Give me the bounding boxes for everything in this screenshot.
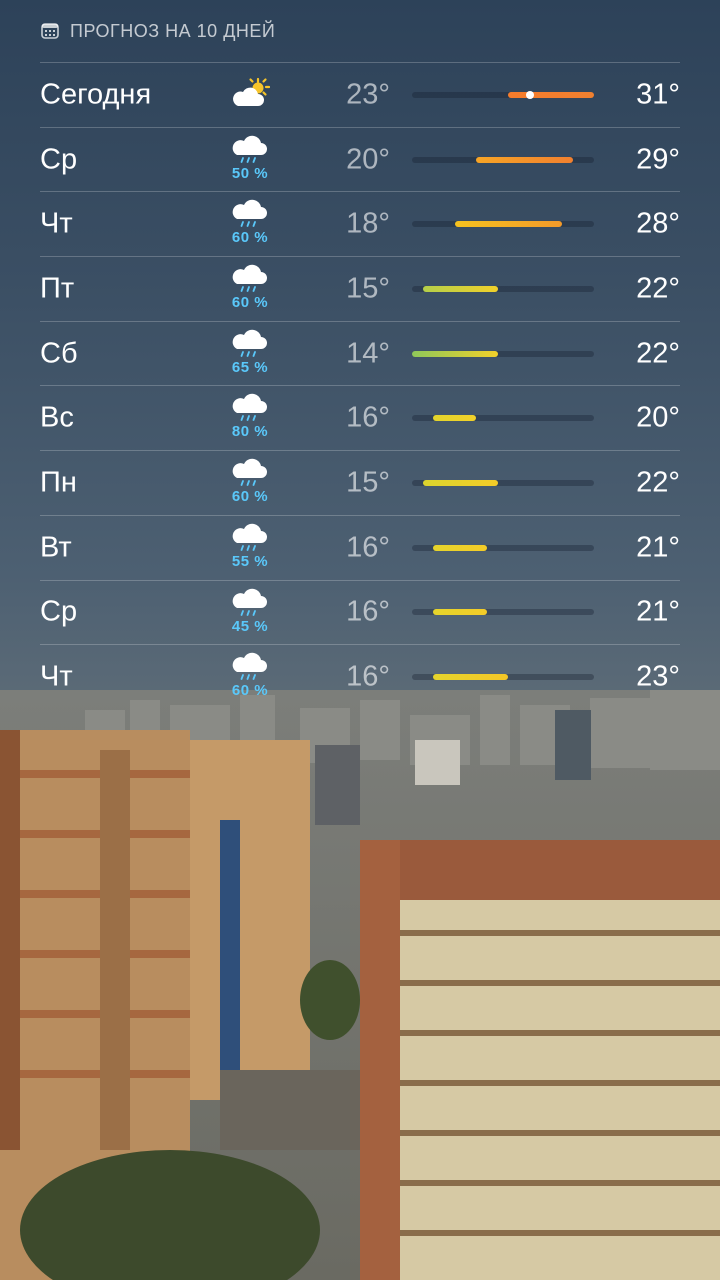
weather-icon-group: 65 % (226, 328, 274, 380)
forecast-row[interactable]: Чт 60 % 16° 23° (40, 645, 680, 709)
temperature-range-track (412, 544, 594, 551)
precipitation-chance: 60 % (231, 294, 269, 312)
temperature-range-track (412, 156, 594, 163)
low-temperature: 15° (346, 466, 390, 499)
weather-icon-group: 60 % (226, 457, 274, 509)
day-label: Чт (40, 660, 73, 693)
low-temperature: 18° (346, 207, 390, 240)
day-label: Сб (40, 337, 78, 370)
low-temperature: 23° (346, 78, 390, 111)
day-label: Пн (40, 466, 77, 499)
sun-cloud-icon (233, 77, 270, 106)
weather-icon-group: 60 % (226, 263, 274, 315)
temperature-range-track (412, 479, 594, 486)
forecast-row[interactable]: Сб 65 % 14° 22° (40, 322, 680, 387)
low-temperature: 15° (346, 272, 390, 305)
rain-cloud-icon (232, 394, 267, 422)
rain-cloud-icon (232, 200, 267, 228)
temperature-range-track (412, 350, 594, 357)
high-temperature: 29° (636, 143, 680, 176)
forecast-row[interactable]: Вс 80 % 16° 20° (40, 386, 680, 452)
forecast-row[interactable]: Пн 60 % 15° 22° (40, 451, 680, 516)
high-temperature: 22° (636, 272, 680, 305)
temperature-range-bar (433, 415, 477, 422)
low-temperature: 16° (346, 660, 390, 693)
day-label: Ср (40, 595, 78, 628)
forecast-list: Сегодня 23° 31° Ср 50 % 20° 29° Чт 60 % 18° 28° Пт 6… (40, 63, 680, 709)
precipitation-chance: 60 % (231, 229, 269, 247)
rain-cloud-icon (232, 588, 267, 616)
day-label: Пт (40, 272, 75, 305)
precipitation-chance: 65 % (231, 358, 269, 376)
weather-icon-group: 60 % (226, 651, 274, 703)
low-temperature: 16° (346, 595, 390, 628)
temperature-range-bar (454, 221, 562, 228)
forecast-row[interactable]: Чт 60 % 18° 28° (40, 192, 680, 258)
temperature-range-track (412, 90, 594, 99)
current-temperature-dot (525, 90, 534, 99)
precipitation-chance: 55 % (231, 552, 269, 570)
precipitation-chance: 45 % (231, 617, 269, 635)
weather-icon-group: 60 % (226, 198, 274, 250)
rain-cloud-icon (232, 458, 267, 487)
precipitation-chance: 60 % (231, 682, 269, 700)
high-temperature: 22° (636, 337, 680, 370)
high-temperature: 22° (636, 466, 680, 499)
weather-icon-group: 45 % (226, 587, 274, 639)
low-temperature: 14° (346, 337, 390, 370)
temperature-range-bar (433, 609, 487, 616)
low-temperature: 20° (346, 143, 390, 176)
rain-cloud-icon (232, 135, 267, 163)
forecast-row[interactable]: Сегодня 23° 31° (40, 63, 680, 128)
high-temperature: 21° (636, 531, 680, 564)
day-label: Вт (40, 531, 72, 564)
forecast-row[interactable]: Пт 60 % 15° 22° (40, 257, 680, 322)
day-label: Вс (40, 401, 74, 434)
high-temperature: 23° (636, 660, 680, 693)
precipitation-chance: 60 % (231, 488, 269, 506)
day-label: Сегодня (40, 78, 152, 111)
temperature-range-bar (476, 156, 573, 163)
temperature-range-bar (508, 91, 594, 98)
temperature-range-bar (433, 674, 509, 681)
temperature-range-track (412, 609, 594, 616)
rain-cloud-icon (232, 523, 267, 551)
forecast-row[interactable]: Ср 50 % 20° 29° (40, 128, 680, 193)
weather-icon-group: 80 % (226, 392, 274, 444)
weather-icon-group (226, 77, 274, 129)
temperature-range-track (412, 415, 594, 422)
precipitation-chance: 50 % (231, 164, 269, 182)
rain-cloud-icon (232, 264, 267, 292)
temperature-range-bar (433, 544, 487, 551)
temperature-range-bar (422, 285, 498, 292)
calendar-icon (41, 23, 59, 39)
low-temperature: 16° (346, 401, 390, 434)
forecast-header: ПРОГНОЗ НА 10 ДНЕЙ (40, 0, 680, 63)
high-temperature: 21° (636, 595, 680, 628)
day-label: Ср (40, 143, 78, 176)
forecast-row[interactable]: Ср 45 % 16° 21° (40, 581, 680, 646)
rain-cloud-icon (232, 652, 267, 681)
temperature-range-bar (422, 479, 498, 486)
weather-icon-group: 50 % (226, 134, 274, 186)
temperature-range-track (412, 221, 594, 228)
precipitation-chance: 80 % (231, 423, 269, 441)
forecast-row[interactable]: Вт 55 % 16° 21° (40, 516, 680, 581)
temperature-range-bar (412, 350, 498, 357)
low-temperature: 16° (346, 531, 390, 564)
high-temperature: 31° (636, 78, 680, 111)
high-temperature: 28° (636, 207, 680, 240)
rain-cloud-icon (232, 329, 267, 357)
city-backdrop-image (0, 690, 720, 1280)
weather-icon-group: 55 % (226, 522, 274, 574)
temperature-range-track (412, 674, 594, 681)
day-label: Чт (40, 207, 73, 240)
high-temperature: 20° (636, 401, 680, 434)
ten-day-forecast-panel: ПРОГНОЗ НА 10 ДНЕЙ Сегодня 23° 31° Ср 50 % 20… (40, 0, 680, 709)
forecast-title: ПРОГНОЗ НА 10 ДНЕЙ (70, 20, 276, 41)
temperature-range-track (412, 285, 594, 292)
